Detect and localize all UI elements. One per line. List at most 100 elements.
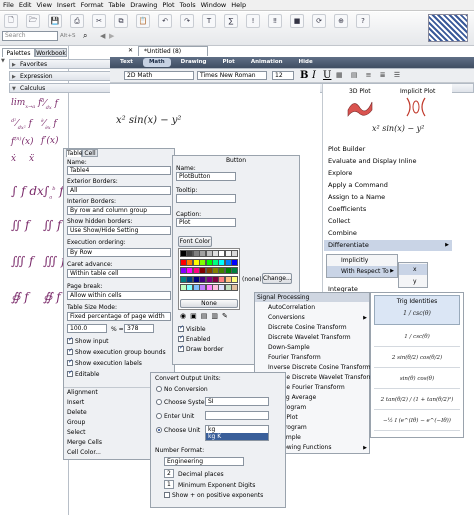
trig-identity-item[interactable]: −½ I (e^(Iθ) − e^(−Iθ)): [374, 411, 460, 431]
choose-unit-radio[interactable]: [156, 427, 162, 433]
font-select[interactable]: Times New Roman: [197, 71, 267, 80]
color-swatch[interactable]: [231, 250, 239, 257]
triple-integral-symbol[interactable]: ∭ f: [11, 254, 33, 268]
checkbox-visible[interactable]: [178, 324, 184, 332]
interior-borders-select[interactable]: By row and column group: [67, 206, 171, 215]
context-item-apply-a-command[interactable]: Apply a Command: [324, 180, 452, 191]
mode-tab-plot[interactable]: Plot: [216, 58, 240, 67]
restart-icon[interactable]: ⟳: [312, 14, 326, 28]
width-percent-field[interactable]: 100.0: [67, 324, 107, 333]
context-item-collect[interactable]: Collect: [324, 216, 452, 227]
color-tool-icons[interactable]: ◉▣▤▥✎: [180, 312, 238, 322]
enter-unit-radio[interactable]: [156, 413, 162, 419]
size-mode-select[interactable]: Fixed percentage of page width: [67, 312, 171, 321]
double-dot-derivative-symbol[interactable]: ẍ: [29, 154, 34, 164]
search-icon[interactable]: ⌕: [83, 31, 93, 41]
no-conversion-option[interactable]: No Conversion: [156, 386, 208, 393]
double-integral-limits-symbol[interactable]: ∬ f: [43, 218, 61, 232]
left-tab-workbook[interactable]: Workbook: [35, 48, 67, 57]
menu-window[interactable]: Window: [201, 1, 227, 11]
table-tab[interactable]: Table: [66, 149, 83, 157]
none-swatch-button[interactable]: None: [180, 299, 238, 308]
menu-table[interactable]: Table: [108, 1, 125, 11]
choose-unit-option[interactable]: Choose Unit: [156, 427, 200, 434]
palette-arrow-icon[interactable]: ▼: [1, 58, 5, 64]
double-integral-symbol[interactable]: ∬ f: [11, 218, 29, 232]
with-respect-to-item[interactable]: With Respect To ▶: [327, 266, 397, 277]
save-icon[interactable]: 💾: [48, 14, 62, 28]
menu-tools[interactable]: Tools: [180, 1, 196, 11]
back-icon[interactable]: ◀: [100, 32, 105, 40]
menu-plot[interactable]: Plot: [162, 1, 174, 11]
paste-icon[interactable]: 📋: [136, 14, 150, 28]
checkbox-editable[interactable]: [67, 369, 73, 377]
variable-y-item[interactable]: y: [399, 276, 427, 287]
unit-item-kgk[interactable]: kg K: [206, 433, 268, 440]
document-expression[interactable]: x² sin(x) − y²: [116, 115, 181, 126]
signal-item-down-sample[interactable]: Down-Sample: [254, 343, 370, 353]
color-swatch[interactable]: [231, 258, 239, 266]
print-icon[interactable]: ⎙: [70, 14, 84, 28]
unit-list[interactable]: kg kg K: [205, 425, 269, 441]
context-item-explore[interactable]: Explore: [324, 168, 452, 179]
exec-order-select[interactable]: By Row: [67, 248, 171, 257]
format-icons[interactable]: ▦ ▤ ≡ ≣ ☰: [336, 71, 403, 79]
button-check-visible[interactable]: Visible: [178, 324, 206, 333]
dot-derivative-symbol[interactable]: ẋ: [11, 154, 16, 164]
checkbox-enabled[interactable]: [178, 334, 184, 342]
implicitly-item[interactable]: Implicitly: [327, 255, 397, 266]
cell-tab[interactable]: Cell: [82, 149, 98, 157]
signal-item-fourier-transform[interactable]: Fourier Transform: [254, 353, 370, 363]
enter-unit-field[interactable]: [205, 411, 269, 420]
menu-insert[interactable]: Insert: [57, 1, 76, 11]
context-item-assign-to-a-name[interactable]: Assign to a Name: [324, 192, 452, 203]
search-input[interactable]: Search: [2, 31, 58, 41]
size-select[interactable]: 12: [272, 71, 294, 80]
trig-identity-item[interactable]: 2 sin(θ/2) cos(θ/2): [374, 348, 460, 368]
second-derivative-symbol[interactable]: d²⁄dx² f: [11, 118, 32, 131]
contour-integral-symbol[interactable]: ∯ f: [11, 290, 29, 304]
menu-drawing[interactable]: Drawing: [130, 1, 157, 11]
page-break-select[interactable]: Allow within cells: [67, 291, 171, 300]
left-tab-palettes[interactable]: Palettes: [2, 48, 35, 57]
mode-tab-hide[interactable]: Hide: [293, 58, 319, 67]
prime-derivative-symbol[interactable]: f′(x): [41, 136, 58, 146]
underline-button[interactable]: U: [323, 70, 331, 81]
button-check-enabled[interactable]: Enabled: [178, 334, 210, 343]
tooltip-field[interactable]: [176, 194, 236, 203]
show-plus-option[interactable]: Show + on positive exponents: [164, 492, 263, 499]
menu-file[interactable]: File: [3, 1, 14, 11]
execute-all-icon[interactable]: ‼: [268, 14, 282, 28]
text-mode-icon[interactable]: T: [202, 14, 216, 28]
forward-icon[interactable]: ▶: [109, 32, 114, 40]
caption-field[interactable]: Plot: [176, 218, 236, 227]
context-item-differentiate[interactable]: Differentiate ▶: [324, 240, 452, 251]
derivative-symbol[interactable]: d⁄dx f: [41, 98, 58, 111]
mode-tab-animation[interactable]: Animation: [245, 58, 289, 67]
limit-symbol[interactable]: limx→a f: [11, 98, 42, 110]
show-plus-checkbox[interactable]: [164, 492, 170, 498]
new-document-icon[interactable]: 🗋: [4, 14, 18, 28]
table-name-field[interactable]: Table4: [67, 166, 171, 175]
context-item-combine[interactable]: Combine: [324, 228, 452, 239]
choose-system-radio[interactable]: [156, 399, 162, 405]
menu-help[interactable]: Help: [231, 1, 246, 11]
copy-icon[interactable]: ⧉: [114, 14, 128, 28]
table-check-show-execution-labels[interactable]: Show execution labels: [67, 358, 142, 367]
zoom-icon[interactable]: ⊕: [334, 14, 348, 28]
change-button[interactable]: Change...: [262, 273, 292, 284]
color-swatch[interactable]: [231, 275, 239, 283]
mode-tab-math[interactable]: Math: [142, 58, 171, 67]
checkbox-show-execution-labels[interactable]: [67, 358, 73, 366]
checkbox-show-input[interactable]: [67, 336, 73, 344]
signal-item-discrete-wavelet-transform[interactable]: Discrete Wavelet Transform: [254, 333, 370, 343]
menu-edit[interactable]: Edit: [19, 1, 32, 11]
execute-icon[interactable]: !: [246, 14, 260, 28]
math-mode-icon[interactable]: ∑: [224, 14, 238, 28]
trig-identity-item[interactable]: 2 tan(θ/2) / (1 + tan(θ/2)²): [374, 390, 460, 410]
contour-integral-limits-symbol[interactable]: ∯ f: [43, 290, 61, 304]
document-tab[interactable]: *Untitled (8): [138, 46, 208, 56]
trig-identity-item[interactable]: sin(θ) cos(θ): [374, 369, 460, 389]
signal-item-conversions[interactable]: Conversions ▶: [254, 313, 370, 323]
context-item-plot-builder[interactable]: Plot Builder: [324, 144, 452, 155]
